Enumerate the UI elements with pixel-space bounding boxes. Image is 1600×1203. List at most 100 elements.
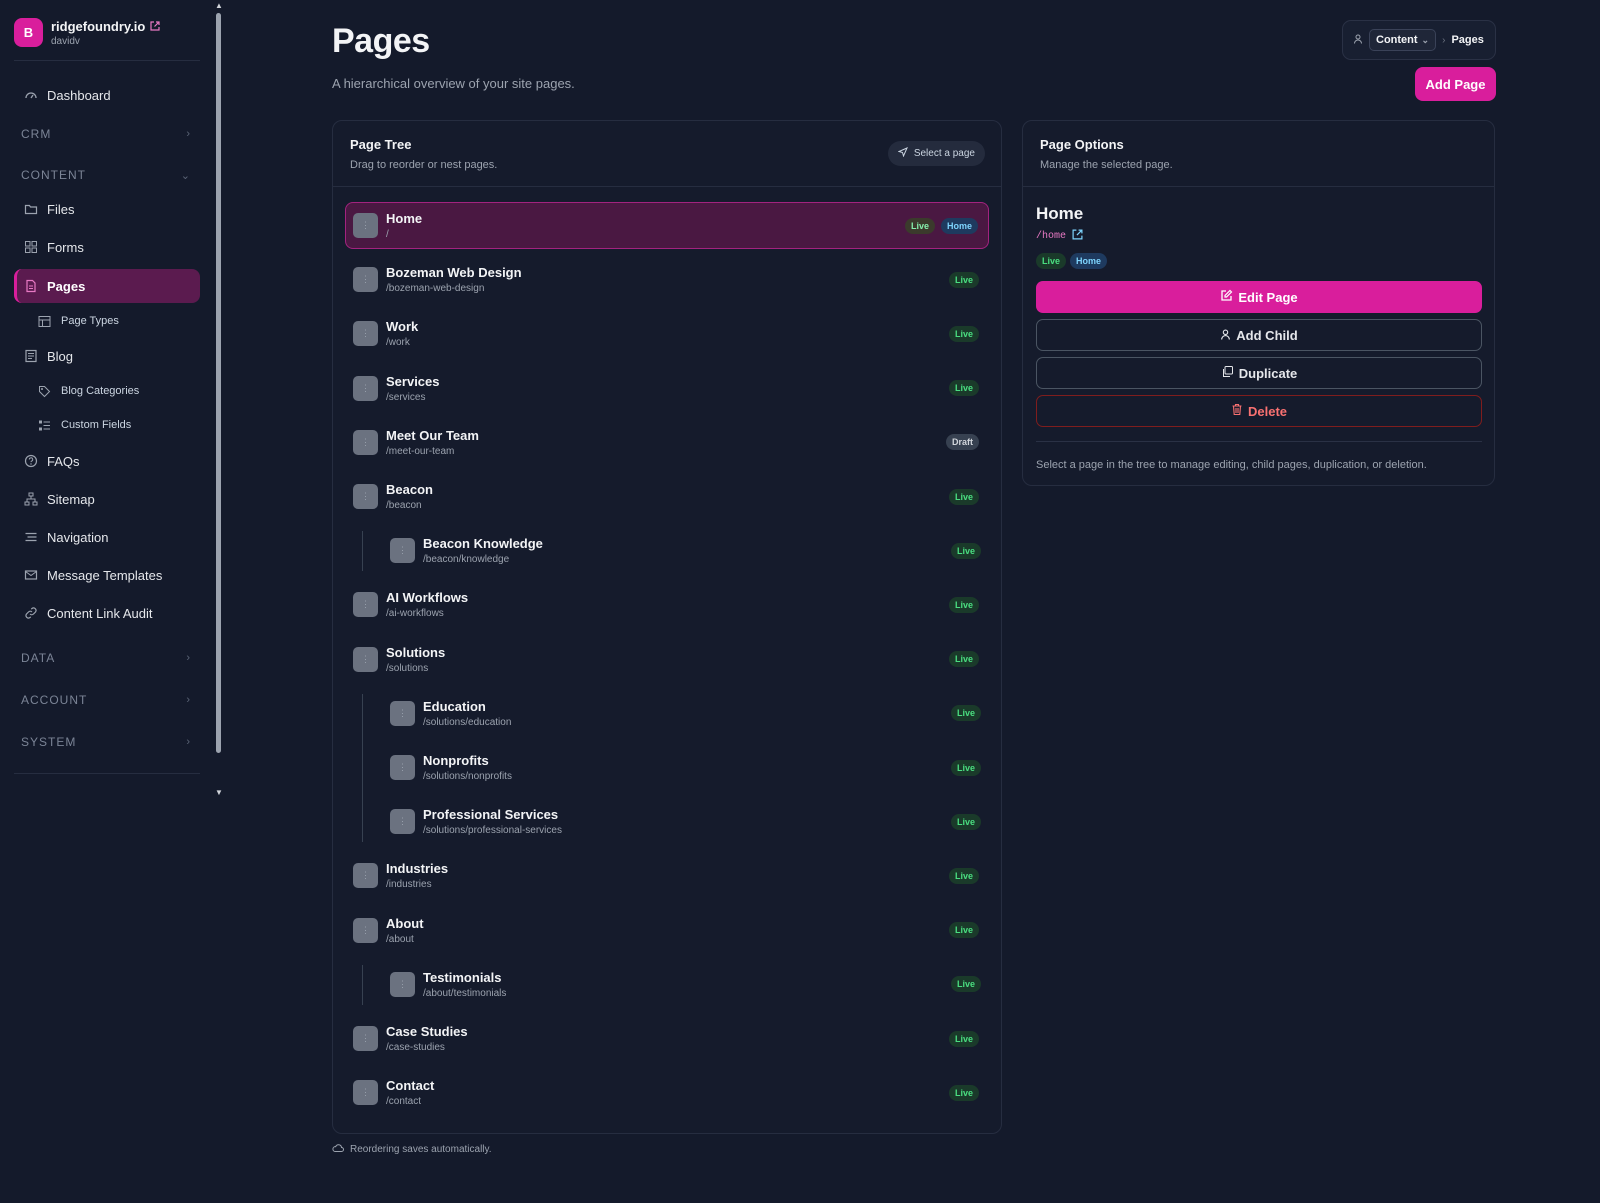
- tree-row[interactable]: ⋮ Services/services Live: [345, 365, 989, 412]
- tree-row[interactable]: ⋮ Professional Services/solutions/profess…: [382, 798, 991, 845]
- sidebar-item-custom-fields[interactable]: Custom Fields: [38, 413, 131, 437]
- tree-row-text: Home /: [386, 211, 422, 240]
- status-badge: Live: [948, 1084, 979, 1101]
- section-crm[interactable]: CRM ›: [21, 127, 191, 141]
- sidebar-item-message-templates[interactable]: Message Templates: [14, 558, 200, 592]
- drag-handle-icon[interactable]: ⋮: [353, 592, 378, 618]
- tree-row[interactable]: ⋮ Beacon Knowledge/beacon/knowledge Live: [382, 527, 991, 574]
- tree-row-title: Beacon Knowledge: [423, 536, 543, 552]
- edit-page-button[interactable]: Edit Page: [1036, 281, 1482, 313]
- section-label: SYSTEM: [21, 735, 77, 749]
- external-link-icon[interactable]: [150, 19, 160, 34]
- tree-row[interactable]: ⋮ AI Workflows/ai-workflows Live: [345, 581, 989, 628]
- drag-handle-icon[interactable]: ⋮: [390, 700, 415, 726]
- tree-row-text: Education/solutions/education: [423, 699, 511, 728]
- status-badge: Live: [948, 651, 979, 668]
- tree-row-title: Beacon: [386, 482, 433, 497]
- workspace-avatar: B: [14, 18, 43, 47]
- tree-row[interactable]: ⋮ Nonprofits/solutions/nonprofits Live: [382, 744, 991, 791]
- scroll-up-arrow-icon[interactable]: ▲: [214, 1, 224, 10]
- sidebar-item-blog[interactable]: Blog: [14, 339, 200, 373]
- delete-button[interactable]: Delete: [1036, 395, 1482, 427]
- drag-handle-icon[interactable]: ⋮: [353, 321, 378, 347]
- sidebar-item-files[interactable]: Files: [14, 192, 200, 226]
- breadcrumb-section-select[interactable]: Content ⌄: [1369, 29, 1437, 51]
- drag-handle-icon[interactable]: ⋮: [390, 755, 415, 780]
- workspace-switcher[interactable]: B ridgefoundry.io davidv: [14, 18, 160, 47]
- tree-row[interactable]: ⋮ Contact/contact Live: [345, 1069, 989, 1116]
- drag-handle-icon[interactable]: ⋮: [353, 646, 378, 672]
- tree-row-badges: Live: [948, 867, 979, 884]
- external-link-icon[interactable]: [1072, 229, 1083, 244]
- scroll-down-arrow-icon[interactable]: ▼: [214, 788, 224, 797]
- tree-row[interactable]: ⋮ Bozeman Web Design/bozeman-web-design Li…: [345, 256, 989, 303]
- sidebar-item-page-types[interactable]: Page Types: [38, 309, 119, 333]
- drag-handle-icon[interactable]: ⋮: [353, 1080, 378, 1106]
- status-badge: Live: [948, 488, 979, 505]
- tree-row-slug: /bozeman-web-design: [386, 283, 485, 295]
- tree-row-title: Education: [423, 698, 486, 714]
- section-account[interactable]: ACCOUNT ›: [21, 693, 191, 707]
- sidebar-item-pages[interactable]: Pages: [14, 269, 200, 303]
- tree-row[interactable]: ⋮ Meet Our Team/meet-our-team Draft: [345, 419, 989, 466]
- tree-row-title: Professional Services: [423, 807, 559, 823]
- mail-icon: [23, 568, 38, 583]
- drag-handle-icon[interactable]: ⋮: [353, 1026, 378, 1051]
- tree-row-badges: Live: [948, 596, 979, 613]
- tree-row-title: Testimonials: [423, 969, 502, 985]
- status-badge: Live: [948, 922, 979, 939]
- section-label: CRM: [21, 127, 52, 141]
- divider: [1036, 441, 1482, 442]
- drag-handle-icon[interactable]: ⋮: [353, 484, 378, 509]
- sidebar-item-blog-categories[interactable]: Blog Categories: [38, 379, 139, 403]
- copy-icon: [1221, 365, 1234, 381]
- drag-handle-icon[interactable]: ⋮: [390, 538, 415, 564]
- section-content[interactable]: CONTENT ⌄: [21, 168, 191, 182]
- tree-row-title: Home: [386, 211, 423, 226]
- drag-handle-icon[interactable]: ⋮: [353, 429, 378, 455]
- drag-handle-icon[interactable]: ⋮: [353, 917, 378, 943]
- drag-handle-icon[interactable]: ⋮: [353, 375, 378, 401]
- section-system[interactable]: SYSTEM ›: [21, 735, 191, 749]
- select-page-chip: Select a page: [887, 141, 985, 166]
- sidebar-item-navigation[interactable]: Navigation: [14, 520, 200, 554]
- autosave-text: Reordering saves automatically.: [350, 1144, 492, 1155]
- tree-row[interactable]: ⋮ Case Studies/case-studies Live: [345, 1015, 989, 1062]
- selected-page-slug[interactable]: /home: [1036, 229, 1083, 244]
- tree-row[interactable]: ⋮ Testimonials/about/testimonials Live: [382, 961, 991, 1008]
- tree-row[interactable]: ⋮ Solutions/solutions Live: [345, 636, 989, 683]
- drag-handle-icon[interactable]: ⋮: [390, 971, 415, 997]
- sidebar-item-faqs[interactable]: FAQs: [14, 444, 200, 478]
- sidebar-item-content-link-audit[interactable]: Content Link Audit: [14, 596, 200, 630]
- tree-row[interactable]: ⋮ Education/solutions/education Live: [382, 690, 991, 737]
- grid-icon: [23, 240, 38, 255]
- drag-handle-icon[interactable]: ⋮: [353, 267, 378, 293]
- add-child-button[interactable]: Add Child: [1036, 319, 1482, 351]
- page-subtitle: A hierarchical overview of your site pag…: [332, 76, 575, 91]
- tree-row[interactable]: ⋮ Work/work Live: [345, 310, 989, 357]
- tree-row[interactable]: ⋮ Home / Live Home: [345, 202, 989, 249]
- page-options-card: Page Options Manage the selected page. H…: [1022, 120, 1495, 486]
- sidebar-item-sitemap[interactable]: Sitemap: [14, 482, 200, 516]
- sidebar-item-dashboard[interactable]: Dashboard: [14, 78, 200, 112]
- tree-row-title: Contact: [386, 1078, 435, 1094]
- drag-handle-icon[interactable]: ⋮: [353, 213, 378, 238]
- tree-row-text: Testimonials/about/testimonials: [423, 970, 506, 999]
- tree-row[interactable]: ⋮ Industries/industries Live: [345, 852, 989, 899]
- add-page-button[interactable]: Add Page: [1415, 67, 1496, 101]
- duplicate-button[interactable]: Duplicate: [1036, 357, 1482, 389]
- status-badge: Live: [1036, 253, 1067, 269]
- cloud-icon: [332, 1143, 344, 1156]
- section-label: DATA: [21, 651, 56, 665]
- section-data[interactable]: DATA ›: [21, 651, 191, 665]
- drag-handle-icon[interactable]: ⋮: [390, 809, 415, 835]
- drag-handle-icon[interactable]: ⋮: [353, 863, 378, 889]
- tree-row[interactable]: ⋮ About/about Live: [345, 907, 989, 954]
- tree-connector-line: [362, 693, 363, 843]
- sidebar-item-forms[interactable]: Forms: [14, 230, 200, 264]
- sidebar-scrollbar[interactable]: [216, 13, 221, 753]
- chevron-right-icon: ›: [186, 736, 191, 748]
- tree-row[interactable]: ⋮ Beacon/beacon Live: [345, 473, 989, 520]
- breadcrumb: Content ⌄ › Pages: [1342, 20, 1496, 60]
- tree-row-badges: Live: [948, 380, 979, 397]
